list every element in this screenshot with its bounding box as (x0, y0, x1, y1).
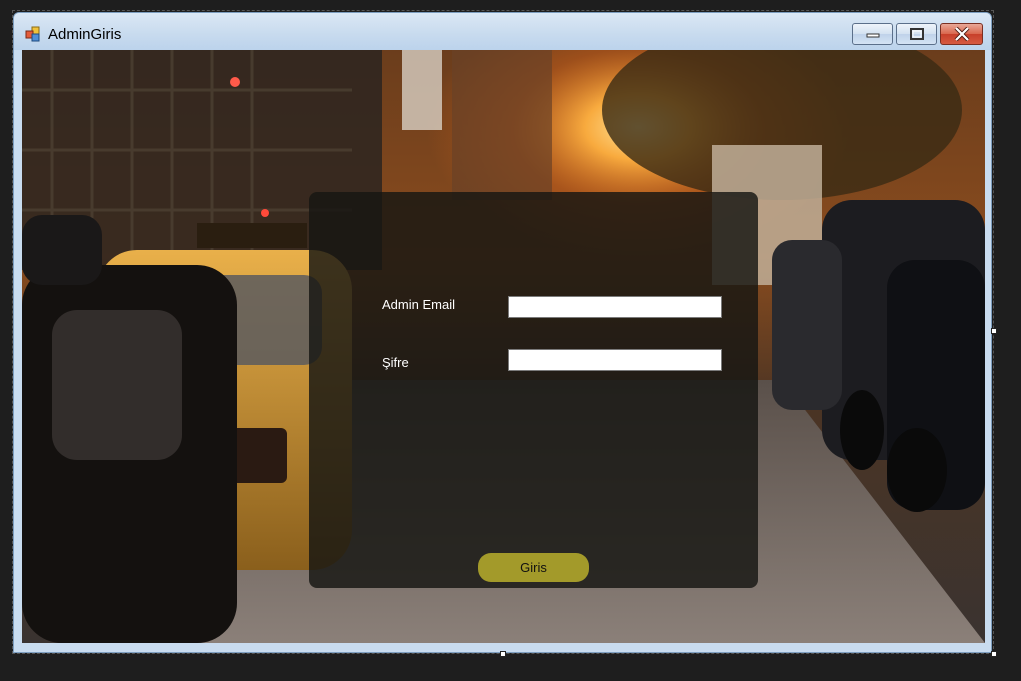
email-label: Admin Email (382, 297, 455, 312)
password-label: Şifre (382, 355, 409, 370)
form-client-area: Admin Email Şifre Giris (22, 50, 985, 643)
minimize-icon (866, 33, 879, 38)
close-icon (954, 27, 969, 41)
login-panel: Admin Email Şifre Giris (309, 192, 758, 588)
resize-grip-corner[interactable] (991, 651, 997, 657)
password-field[interactable] (508, 349, 722, 371)
resize-grip-bottom[interactable] (500, 651, 506, 657)
login-button[interactable]: Giris (478, 553, 589, 582)
window-title: AdminGiris (48, 26, 122, 43)
maximize-button[interactable] (896, 23, 937, 45)
title-bar[interactable]: AdminGiris (14, 13, 991, 50)
app-icon (25, 26, 40, 42)
designer-surface: AdminGiris Admin Email Şifre Giris (0, 0, 1021, 681)
minimize-button[interactable] (852, 23, 893, 45)
email-field[interactable] (508, 296, 722, 318)
admin-login-window: AdminGiris Admin Email Şifre Giris (13, 12, 992, 653)
close-button[interactable] (940, 23, 983, 45)
resize-grip-right[interactable] (991, 328, 997, 334)
maximize-icon (909, 28, 924, 40)
